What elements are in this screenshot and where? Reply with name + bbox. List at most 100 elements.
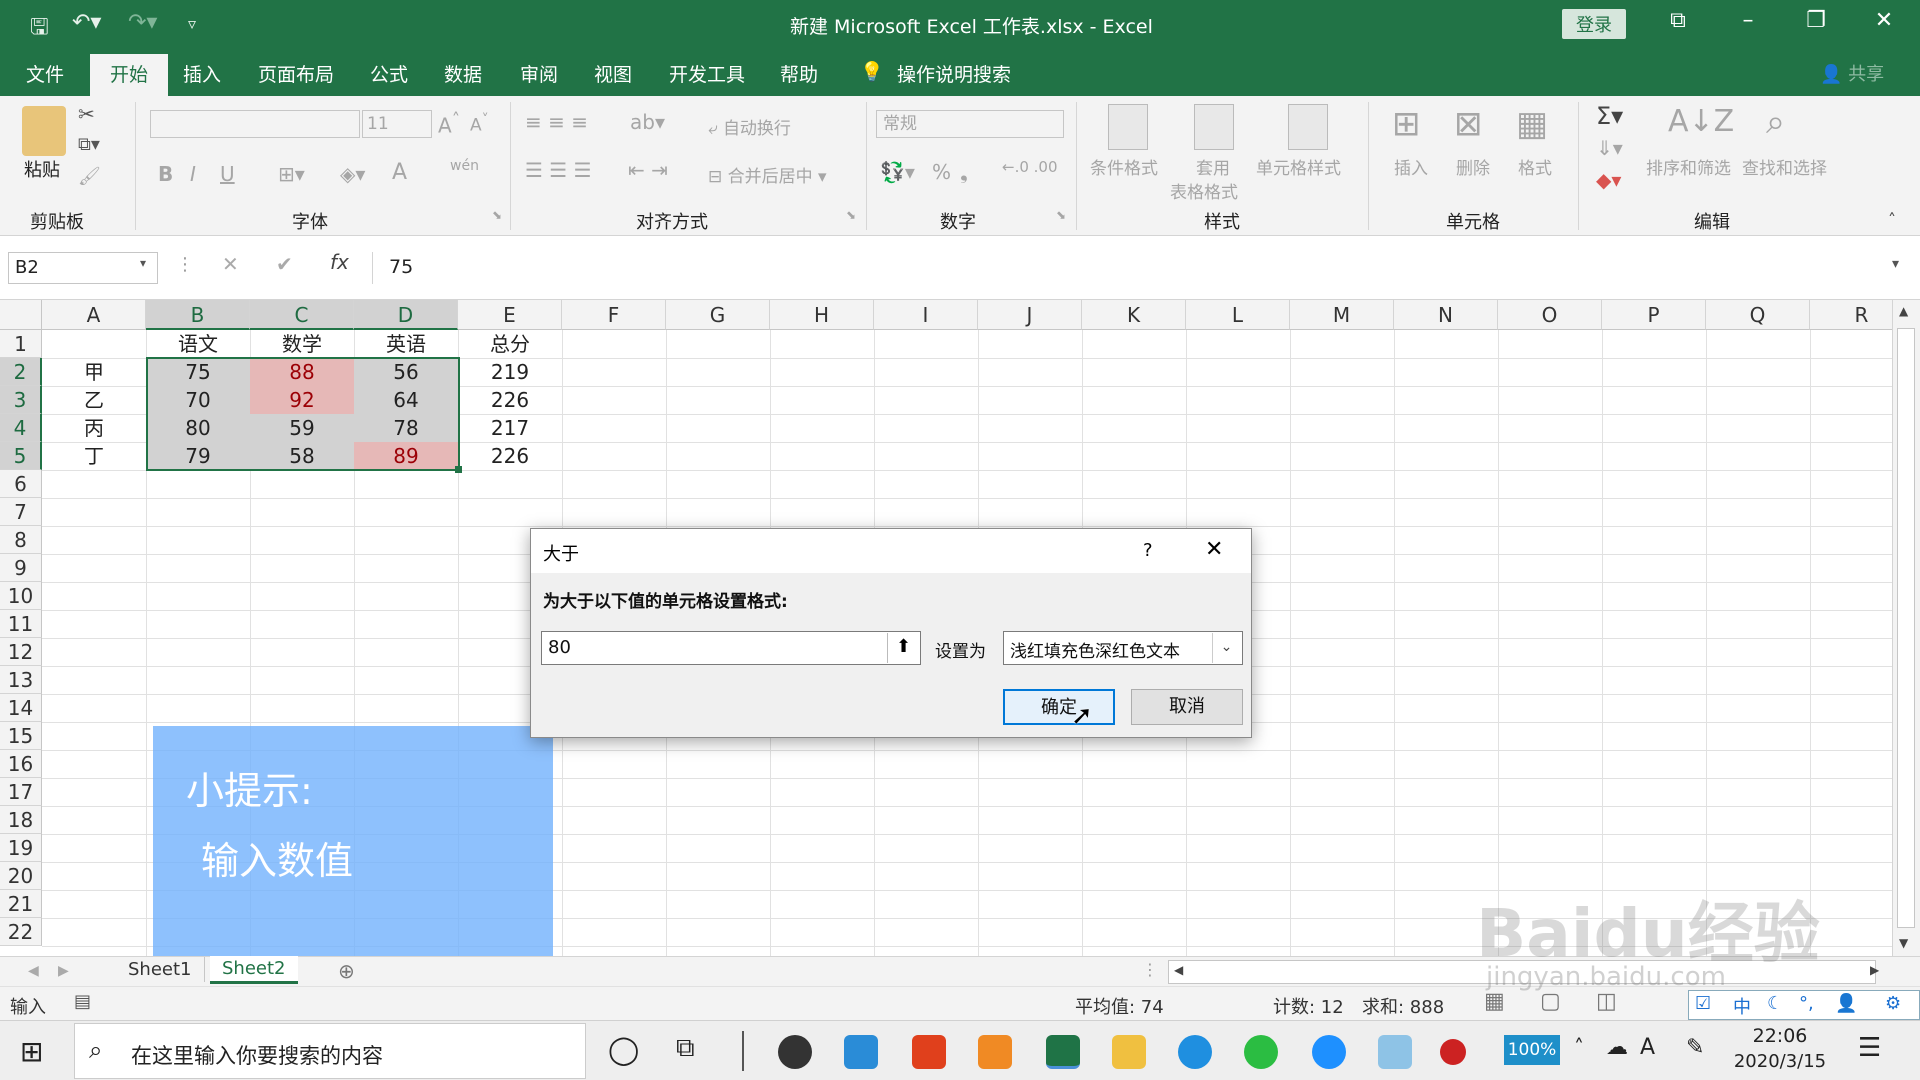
underline-button[interactable]: U (220, 162, 235, 186)
clear-icon[interactable]: ◆▾ (1596, 168, 1621, 192)
font-icon[interactable]: A (1640, 1035, 1655, 1060)
table-header-cell[interactable]: 数学 (250, 330, 354, 358)
row-header-8[interactable]: 8 (0, 526, 42, 554)
media-app-icon[interactable] (778, 1035, 812, 1069)
percent-button[interactable]: % (932, 160, 951, 184)
column-header-h[interactable]: H (770, 300, 874, 330)
scroll-left-icon[interactable]: ◀ (1174, 963, 1183, 977)
insert-cells-button[interactable]: 插入 (1394, 154, 1428, 179)
expand-formula-icon[interactable]: ▾ (1892, 256, 1899, 272)
column-header-b[interactable]: B (146, 300, 250, 330)
increase-font-icon[interactable]: A˄ (438, 110, 460, 138)
scroll-up-icon[interactable]: ▲ (1899, 304, 1908, 318)
name-cell[interactable]: 丁 (42, 442, 146, 470)
ime-moon-icon[interactable]: ☾ (1767, 993, 1783, 1014)
column-header-l[interactable]: L (1186, 300, 1290, 330)
orientation-icon[interactable]: ab▾ (630, 110, 665, 134)
tab-home[interactable]: 开始 (90, 54, 169, 99)
row-header-3[interactable]: 3 (0, 386, 42, 414)
app-icon[interactable] (1312, 1035, 1346, 1069)
data-cell[interactable]: 219 (458, 358, 562, 386)
delete-cells-icon[interactable]: ⊠ (1454, 104, 1483, 144)
align-top-icon[interactable]: ≡ ≡ ≡ (525, 110, 588, 134)
column-header-a[interactable]: A (42, 300, 146, 330)
column-header-m[interactable]: M (1290, 300, 1394, 330)
formula-input[interactable]: 75 (372, 252, 1890, 284)
row-header-5[interactable]: 5 (0, 442, 42, 470)
tab-review[interactable]: 审阅 (520, 60, 558, 87)
cut-icon[interactable]: ✂ (78, 102, 95, 126)
bold-button[interactable]: B (158, 162, 173, 186)
ime-toolbar[interactable]: ☑ 中 ☾ °, 👤 ⚙ (1688, 990, 1920, 1020)
sheet-tab-sheet2[interactable]: Sheet2 (210, 956, 298, 984)
delete-cells-button[interactable]: 删除 (1456, 154, 1490, 179)
table-header-cell[interactable]: 总分 (458, 330, 562, 358)
name-box[interactable]: B2 (8, 252, 158, 284)
cancel-button[interactable]: 取消 (1131, 689, 1243, 725)
edge-icon[interactable] (1178, 1035, 1212, 1069)
font-name-select[interactable] (150, 110, 360, 138)
scroll-thumb[interactable] (1897, 328, 1915, 928)
autosum-icon[interactable]: Σ▾ (1596, 102, 1623, 130)
ime-icon[interactable]: ☑ (1695, 993, 1711, 1014)
column-header-q[interactable]: Q (1706, 300, 1810, 330)
column-header-c[interactable]: C (250, 300, 354, 330)
insert-cells-icon[interactable]: ⊞ (1392, 104, 1421, 144)
confirm-entry-icon[interactable]: ✔ (276, 252, 293, 276)
tell-me-search[interactable]: 操作说明搜索 (897, 60, 1011, 87)
tab-insert[interactable]: 插入 (183, 60, 221, 87)
ime-settings-icon[interactable]: ⚙ (1885, 993, 1901, 1014)
format-cells-button[interactable]: 格式 (1518, 154, 1552, 179)
notification-icon[interactable]: ☰ (1858, 1033, 1881, 1063)
sort-filter-icon[interactable]: A↓Z (1668, 104, 1734, 139)
format-as-table-label[interactable]: 套用 (1196, 154, 1230, 179)
ime-lang[interactable]: 中 (1733, 993, 1751, 1019)
restore-icon[interactable]: ❐ (1796, 8, 1836, 33)
sort-filter-button[interactable]: 排序和筛选 (1646, 154, 1731, 179)
normal-view-icon[interactable]: ▦ (1484, 989, 1505, 1014)
app-icon[interactable] (844, 1035, 878, 1069)
align-left-icon[interactable]: ☰ ☰ ☰ (525, 158, 592, 182)
accounting-icon[interactable]: 💱▾ (880, 160, 915, 184)
table-header-cell[interactable]: 语文 (146, 330, 250, 358)
decimal-icon[interactable]: ←.0 .00 (1002, 158, 1058, 176)
number-dialog-launcher-icon[interactable]: ⬊ (1056, 208, 1066, 222)
dialog-close-icon[interactable]: ✕ (1205, 537, 1223, 562)
row-header-16[interactable]: 16 (0, 750, 42, 778)
format-as-table-icon[interactable] (1194, 104, 1234, 150)
name-box-dropdown-icon[interactable]: ▾ (140, 256, 146, 270)
login-button[interactable]: 登录 (1562, 9, 1626, 39)
scroll-down-icon[interactable]: ▼ (1899, 936, 1908, 950)
data-cell[interactable]: 226 (458, 442, 562, 470)
column-header-k[interactable]: K (1082, 300, 1186, 330)
tray-expand-icon[interactable]: ˄ (1574, 1035, 1584, 1059)
ime-user-icon[interactable]: 👤 (1835, 993, 1857, 1014)
copy-icon[interactable]: ⧉▾ (78, 134, 100, 155)
conditional-format-button[interactable]: 条件格式 (1090, 154, 1158, 179)
onedrive-icon[interactable]: ☁ (1606, 1035, 1628, 1060)
format-as-table-label-2[interactable]: 表格格式 (1170, 178, 1238, 203)
row-header-20[interactable]: 20 (0, 862, 42, 890)
indent-icon[interactable]: ⇤ ⇥ (628, 158, 668, 182)
cortana-icon[interactable]: ◯ (608, 1033, 639, 1066)
chevron-down-icon[interactable]: ⌄ (1212, 633, 1240, 663)
row-header-15[interactable]: 15 (0, 722, 42, 750)
data-cell[interactable]: 226 (458, 386, 562, 414)
tab-view[interactable]: 视图 (594, 60, 632, 87)
collapse-dialog-icon[interactable]: ⬆ (887, 633, 919, 663)
app-icon[interactable] (912, 1035, 946, 1069)
format-cells-icon[interactable]: ▦ (1516, 104, 1548, 144)
insert-function-button[interactable]: fx (330, 250, 349, 274)
prev-sheet-icon[interactable]: ◀ (28, 963, 39, 979)
macro-record-icon[interactable]: ▤ (74, 991, 91, 1012)
row-header-11[interactable]: 11 (0, 610, 42, 638)
select-all-corner[interactable] (0, 300, 42, 330)
file-explorer-icon[interactable] (1112, 1035, 1146, 1069)
paste-icon[interactable] (22, 106, 66, 156)
column-header-e[interactable]: E (458, 300, 562, 330)
fill-handle[interactable] (455, 466, 462, 473)
page-break-view-icon[interactable]: ◫ (1596, 989, 1617, 1014)
find-select-button[interactable]: 查找和选择 (1742, 154, 1827, 179)
clock-date[interactable]: 2020/3/15 (1728, 1051, 1832, 1072)
font-size-select[interactable]: 11 (362, 110, 432, 138)
